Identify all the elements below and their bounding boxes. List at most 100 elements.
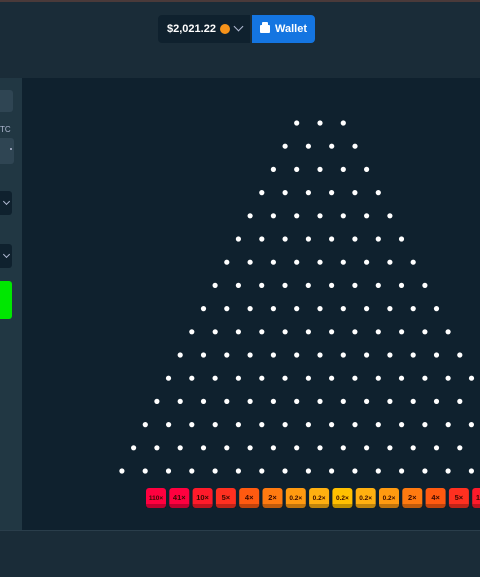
peg (422, 468, 428, 474)
peg (399, 422, 405, 428)
peg (270, 213, 276, 219)
peg (410, 352, 416, 358)
peg (294, 259, 300, 265)
peg (445, 375, 451, 381)
peg (352, 468, 358, 474)
wallet-button[interactable]: Wallet (252, 15, 315, 43)
peg (399, 468, 405, 474)
peg (224, 398, 230, 404)
multiplier-bucket-shadow (169, 504, 190, 508)
peg (235, 422, 241, 428)
plinko-board: 110× 41× 10× 5× 4× 2× 0.2× 0.2× 0.2× 0.2× 0.2× 2× 4×… (22, 78, 480, 530)
peg (387, 352, 393, 358)
peg (212, 329, 218, 335)
peg (352, 422, 358, 428)
peg (352, 190, 358, 196)
peg (329, 190, 335, 196)
peg (305, 282, 311, 288)
peg (352, 375, 358, 381)
balance-selector[interactable]: $2,021.22 (158, 15, 250, 43)
peg (457, 398, 463, 404)
peg (305, 422, 311, 428)
multiplier-bucket-shadow (448, 504, 469, 508)
peg (340, 306, 346, 312)
bet-amount-input[interactable] (0, 90, 13, 112)
multiplier-bucket: 2× (262, 488, 283, 508)
multiplier-bucket: 4× (425, 488, 446, 508)
peg (433, 352, 440, 358)
peg (270, 259, 276, 265)
multiplier-bucket: 2× (402, 488, 423, 508)
peg (387, 259, 393, 265)
multiplier-bucket-shadow (355, 504, 376, 508)
peg (259, 282, 265, 288)
multiplier-label: 0.2× (383, 495, 396, 502)
peg (305, 143, 311, 149)
peg (352, 282, 358, 288)
multiplier-bucket: 0.2× (309, 488, 330, 508)
chevron-down-icon (2, 250, 11, 259)
peg (317, 259, 323, 265)
peg (364, 166, 370, 172)
multiplier-bucket-shadow (285, 504, 306, 508)
peg (352, 329, 358, 335)
multiplier-label: 0.2× (336, 495, 349, 502)
bet-button[interactable] (0, 281, 12, 319)
peg (387, 213, 393, 219)
peg (270, 445, 276, 451)
multiplier-label: 10× (196, 493, 209, 502)
peg (410, 398, 416, 404)
peg (282, 282, 288, 288)
peg (294, 166, 300, 172)
multiplier-bucket: 0.2× (332, 488, 353, 508)
peg (398, 375, 405, 381)
peg (189, 329, 195, 335)
peg (352, 143, 358, 149)
peg (387, 445, 393, 451)
balance-amount: $2,021.22 (167, 23, 216, 35)
multiplier-bucket: 110× (146, 488, 166, 508)
multiplier-bucket-shadow (472, 504, 480, 508)
risk-select[interactable] (0, 191, 12, 215)
multiplier-bucket-shadow (309, 504, 330, 508)
peg (364, 259, 370, 265)
multiplier-bucket-shadow (262, 504, 283, 508)
peg (410, 306, 416, 312)
multiplier-label: 2× (268, 493, 277, 502)
multiplier-label: 10× (476, 493, 480, 502)
peg (247, 445, 253, 451)
rows-select[interactable] (0, 244, 12, 268)
top-bar: $2,021.22 Wallet (0, 0, 480, 54)
peg (282, 143, 288, 149)
peg (445, 329, 451, 335)
peg (399, 329, 405, 335)
peg (270, 166, 276, 172)
peg (340, 259, 346, 265)
peg (317, 166, 323, 172)
peg (305, 468, 311, 474)
multiplier-bucket: 4× (239, 488, 260, 508)
peg (259, 329, 265, 335)
peg (212, 375, 218, 381)
peg (317, 398, 323, 404)
chevron-down-icon (233, 21, 244, 32)
peg (212, 282, 218, 288)
peg (375, 190, 381, 196)
multiplier-label: 110× (149, 495, 163, 502)
peg (305, 329, 311, 335)
peg (340, 213, 346, 219)
peg (329, 329, 335, 335)
peg (364, 306, 370, 312)
peg (422, 422, 428, 428)
peg (282, 422, 288, 428)
multiplier-label: 4× (245, 493, 254, 502)
peg (317, 352, 323, 358)
multiplier-label: 5× (222, 493, 231, 502)
peg (177, 445, 183, 451)
peg (468, 422, 474, 428)
peg (200, 352, 207, 358)
peg (375, 282, 381, 288)
peg (375, 236, 381, 242)
profit-field[interactable] (0, 138, 14, 164)
peg (340, 166, 346, 172)
